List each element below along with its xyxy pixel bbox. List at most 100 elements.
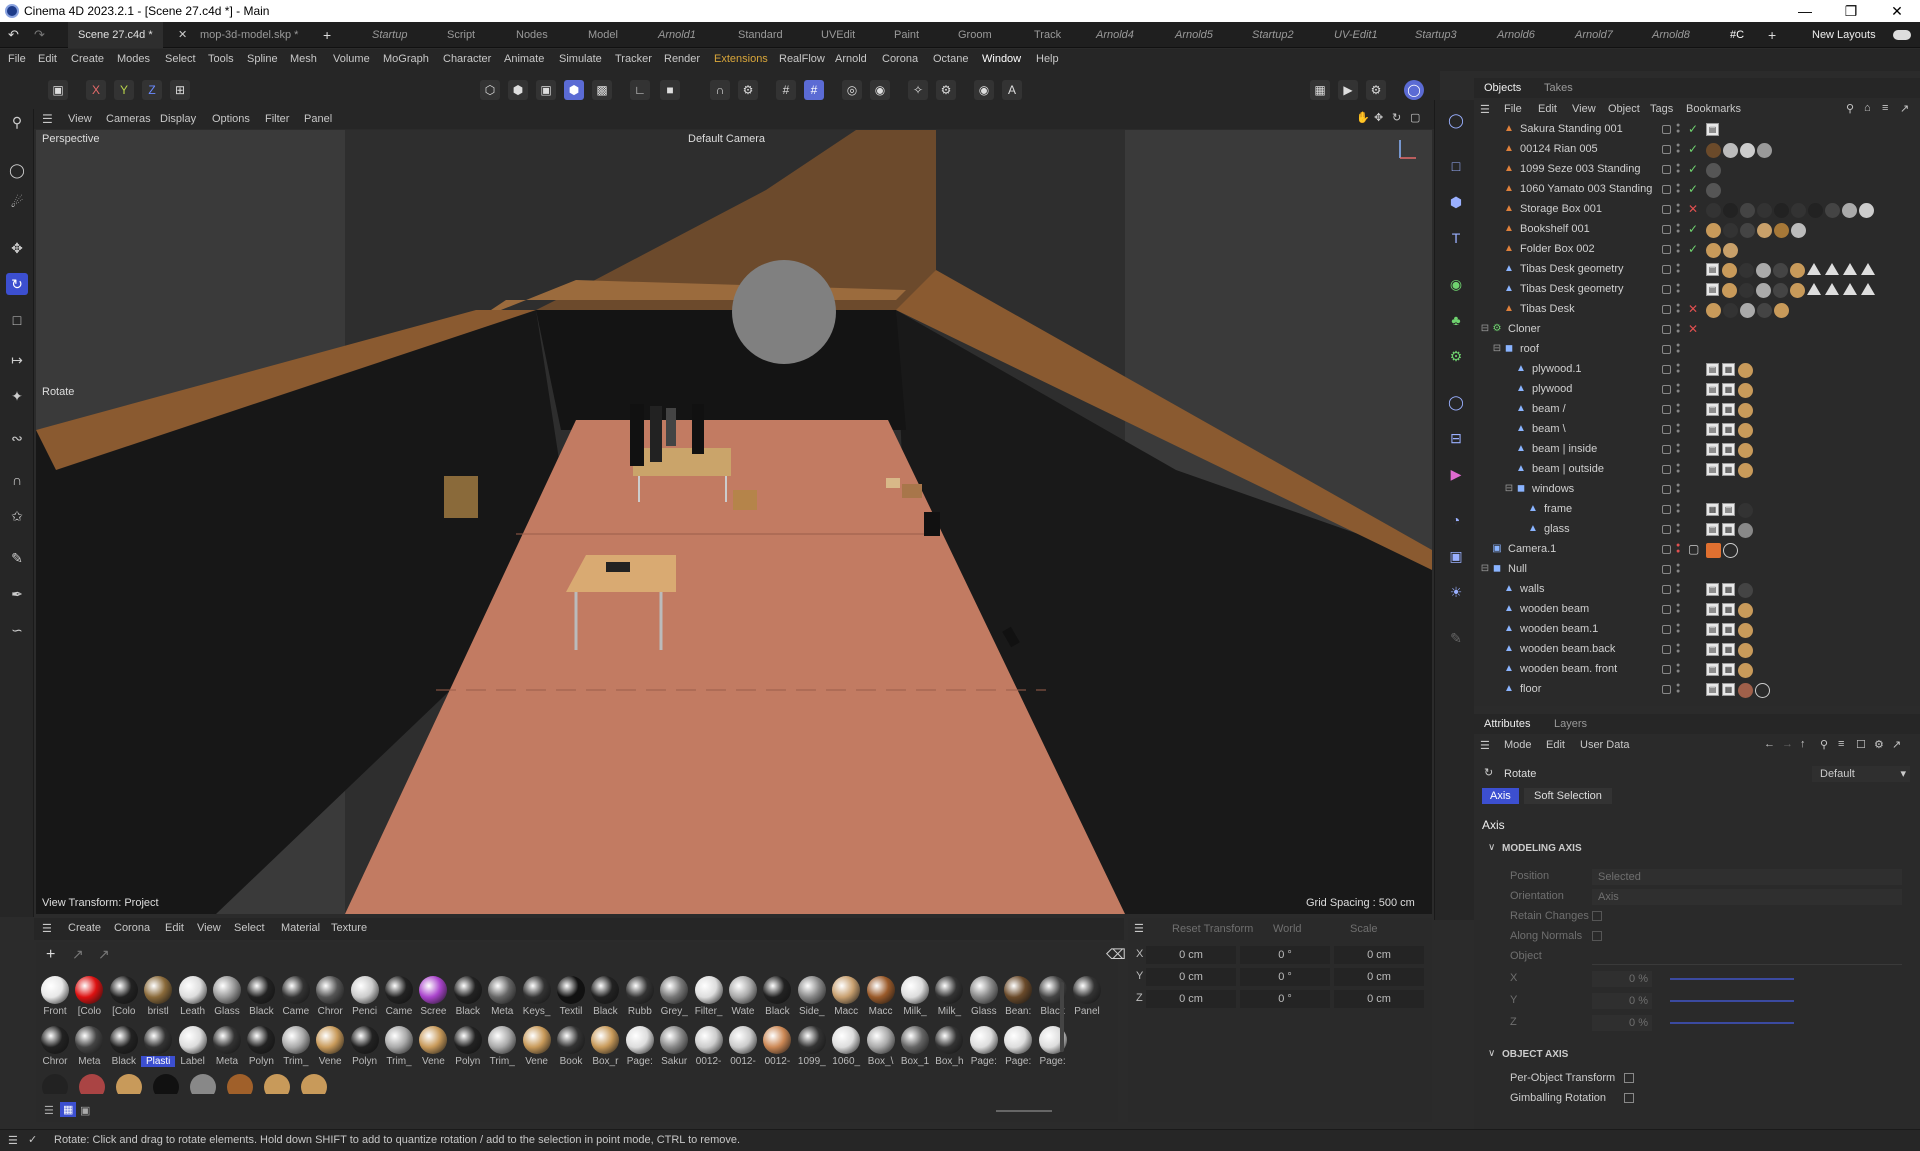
material-swatch[interactable]: Side_ (795, 974, 829, 1020)
list-view-icon[interactable]: ☰ (44, 1104, 54, 1117)
viewport-menu-display[interactable]: Display (160, 113, 196, 125)
layout-tab[interactable]: Arnold6 (1497, 22, 1535, 48)
object-row[interactable]: ▲ 1099 Seze 003 Standing ● ● ✓ (1474, 160, 1914, 180)
tab-attributes[interactable]: Attributes (1484, 718, 1530, 730)
object-row[interactable]: ⊟ ◼ Null ● ● (1474, 560, 1914, 580)
layout-tab[interactable]: Arnold8 (1652, 22, 1690, 48)
material-swatch[interactable]: Penci (348, 974, 382, 1020)
material-swatch[interactable]: Book (554, 1024, 588, 1070)
material-swatch[interactable] (190, 1074, 217, 1094)
axis-z-field[interactable]: 0 % (1592, 1015, 1652, 1031)
layout-tab[interactable]: Arnold7 (1575, 22, 1613, 48)
undo-icon[interactable]: ↶ (8, 22, 19, 48)
orbit-icon[interactable]: ↻ (1392, 111, 1401, 124)
object-row[interactable]: ▲ beam | inside ● ● ▤ ▦ (1474, 440, 1914, 460)
material-swatch[interactable] (42, 1074, 68, 1094)
object-row[interactable]: ▲ beam | outside ● ● ▤ ▦ (1474, 460, 1914, 480)
object-row[interactable]: ▲ floor ● ● ▤ ▦ (1474, 680, 1914, 700)
material-swatch[interactable]: 1060_ (829, 1024, 863, 1070)
material-swatch[interactable]: Black (107, 1024, 141, 1070)
camera-label[interactable]: Default Camera (688, 133, 765, 145)
menu-tools[interactable]: Tools (208, 53, 234, 65)
render-settings-icon[interactable]: ⚙ (1366, 80, 1386, 100)
cube-object-icon[interactable]: □ (1444, 154, 1468, 178)
polygons-mode-icon[interactable]: ▣ (536, 80, 556, 100)
back-arrow-icon[interactable]: ← (1764, 738, 1775, 750)
layout-tab[interactable]: Arnold5 (1175, 22, 1213, 48)
menu-help[interactable]: Help (1036, 53, 1059, 65)
object-row[interactable]: ▲ frame ● ● ▦ ▤ (1474, 500, 1914, 520)
material-swatch[interactable]: 0012- (726, 1024, 760, 1070)
attr-menu-mode[interactable]: Mode (1504, 739, 1532, 751)
material-swatch[interactable]: 0012- (692, 1024, 726, 1070)
add-material-icon[interactable]: + (46, 946, 55, 964)
material-swatch[interactable]: Meta (485, 974, 519, 1020)
object-row[interactable]: ▲ wooden beam.back ● ● ▤ ▦ (1474, 640, 1914, 660)
coord-hamburger-icon[interactable]: ☰ (1134, 922, 1144, 935)
object-row[interactable]: ▲ Tibas Desk ● ● ✕ (1474, 300, 1914, 320)
uv-mode-icon[interactable]: ▩ (592, 80, 612, 100)
effector-icon[interactable]: ⚙ (1444, 344, 1468, 368)
scale-x-field[interactable]: 0 cm (1334, 946, 1424, 964)
material-swatch[interactable]: Came (382, 974, 416, 1020)
forward-arrow-icon[interactable]: → (1782, 738, 1793, 750)
menu-edit[interactable]: Edit (38, 53, 57, 65)
material-arrow-alt-icon[interactable]: ↗ (98, 946, 110, 963)
reset-transform-button[interactable]: Reset Transform (1172, 923, 1253, 935)
viewport-hamburger-icon[interactable]: ☰ (42, 112, 53, 126)
material-swatch[interactable]: Page: (623, 1024, 657, 1070)
material-swatch[interactable]: Chror (38, 1024, 72, 1070)
render-view-icon[interactable]: ▦ (1310, 80, 1330, 100)
spline-pen-icon[interactable]: ∽ (6, 619, 28, 641)
subtab-axis[interactable]: Axis (1482, 788, 1519, 804)
attr-settings-icon[interactable]: ⚙ (1874, 738, 1884, 751)
mat-menu-texture[interactable]: Texture (331, 922, 367, 934)
layout-tab[interactable]: #C (1730, 22, 1744, 48)
large-icon-view-icon[interactable]: ▣ (80, 1104, 90, 1117)
viewport-menu-cameras[interactable]: Cameras (106, 113, 151, 125)
object-row[interactable]: ▲ 1060 Yamato 003 Standing ● ● ✓ (1474, 180, 1914, 200)
attr-new-window-icon[interactable]: ↗ (1892, 738, 1901, 751)
menu-tracker[interactable]: Tracker (615, 53, 652, 65)
material-arrow-icon[interactable]: ↗ (72, 946, 84, 963)
interactive-render-icon[interactable]: ◯ (1404, 80, 1424, 100)
object-row[interactable]: ▣ Camera.1 ● ● ▢ (1474, 540, 1914, 560)
material-swatch[interactable]: Sakur (657, 1024, 691, 1070)
axis-x-slider[interactable] (1670, 978, 1794, 980)
position-x-field[interactable]: 0 cm (1146, 946, 1236, 964)
material-swatch[interactable]: Filter_ (692, 974, 726, 1020)
obj-menu-edit[interactable]: Edit (1538, 103, 1557, 115)
light-icon[interactable]: ☀ (1444, 580, 1468, 604)
object-row[interactable]: ▲ plywood.1 ● ● ▤ ▦ (1474, 360, 1914, 380)
axis-x-field[interactable]: 0 % (1592, 971, 1652, 987)
mat-menu-corona[interactable]: Corona (114, 922, 150, 934)
menu-create[interactable]: Create (71, 53, 104, 65)
menu-extensions[interactable]: Extensions (714, 53, 768, 65)
search-icon[interactable]: ⚲ (1846, 102, 1854, 115)
menu-mesh[interactable]: Mesh (290, 53, 317, 65)
material-swatch[interactable]: Macc (864, 974, 898, 1020)
object-row[interactable]: ▲ beam / ● ● ▤ ▦ (1474, 400, 1914, 420)
material-swatch[interactable]: Black (760, 974, 794, 1020)
obj-menu-object[interactable]: Object (1608, 103, 1640, 115)
object-link-field[interactable] (1592, 949, 1902, 965)
layout-tab[interactable]: Standard (738, 22, 783, 48)
menu-modes[interactable]: Modes (117, 53, 150, 65)
material-swatch[interactable]: Box_\ (864, 1024, 898, 1070)
material-swatch[interactable] (153, 1074, 180, 1094)
rotate-icon[interactable]: ↻ (6, 273, 28, 295)
world-dropdown[interactable]: World (1273, 923, 1302, 935)
object-manager-hamburger-icon[interactable]: ☰ (1480, 103, 1490, 116)
edges-mode-icon[interactable]: ⬢ (508, 80, 528, 100)
add-tab-icon[interactable]: + (323, 22, 331, 48)
tab-mop-model[interactable]: mop-3d-model.skp * (200, 22, 298, 48)
obj-menu-view[interactable]: View (1572, 103, 1596, 115)
tab-layers[interactable]: Layers (1554, 718, 1587, 730)
close-tab-icon[interactable]: ✕ (178, 22, 187, 48)
material-swatch[interactable]: Scree (416, 974, 450, 1020)
material-swatch[interactable]: Grey_ (657, 974, 691, 1020)
x-axis-lock[interactable]: X (86, 80, 106, 100)
material-swatch[interactable]: Leath (176, 974, 210, 1020)
preset-dropdown[interactable]: Default ▾ (1812, 766, 1910, 782)
pan-icon[interactable]: ✋ (1356, 111, 1370, 124)
